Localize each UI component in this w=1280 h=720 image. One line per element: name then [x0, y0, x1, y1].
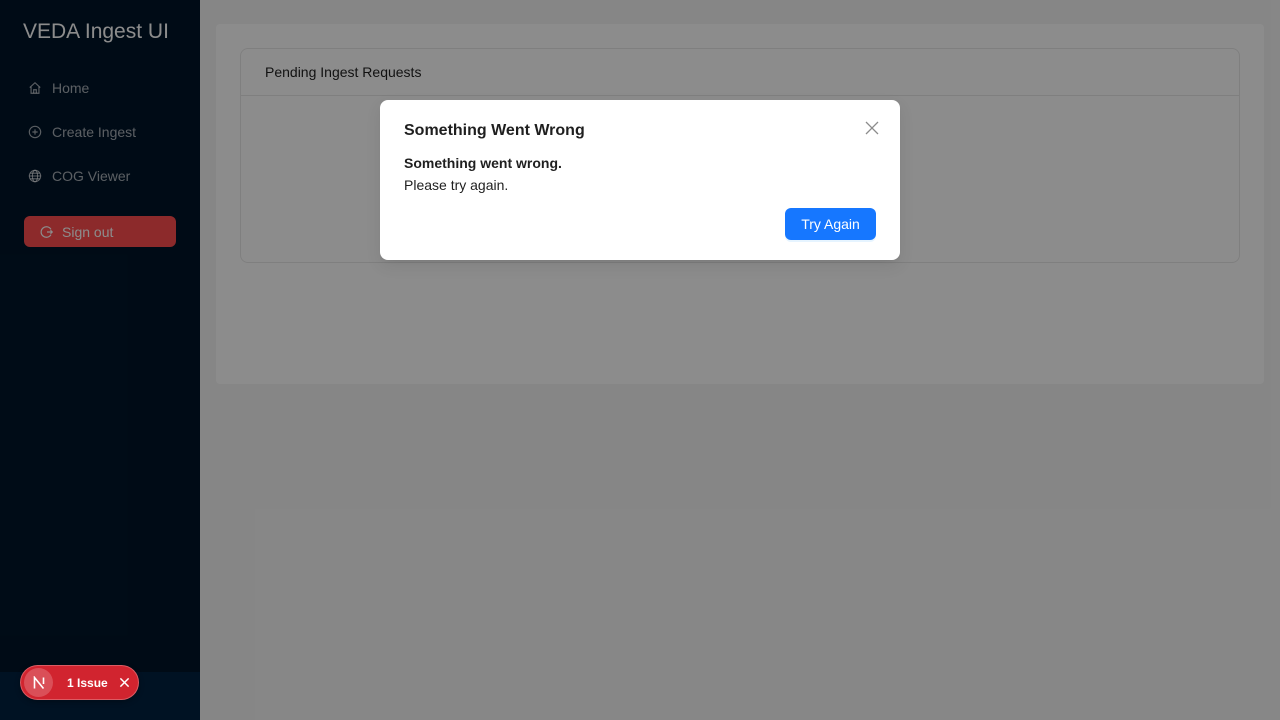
error-message: Please try again.: [404, 177, 509, 193]
error-message-heading: Something went wrong.: [404, 155, 562, 171]
error-modal: Something Went Wrong Something went wron…: [380, 100, 900, 260]
nextjs-logo-icon: [24, 668, 53, 697]
modal-title: Something Went Wrong: [404, 122, 585, 139]
dismiss-issues-button[interactable]: [118, 676, 132, 690]
issue-count-label[interactable]: 1 Issue: [67, 676, 108, 690]
close-icon: [120, 677, 130, 688]
try-again-button[interactable]: Try Again: [785, 208, 876, 240]
close-icon: [865, 121, 879, 135]
close-button[interactable]: [862, 118, 882, 138]
dev-issues-badge[interactable]: 1 Issue: [20, 665, 139, 700]
